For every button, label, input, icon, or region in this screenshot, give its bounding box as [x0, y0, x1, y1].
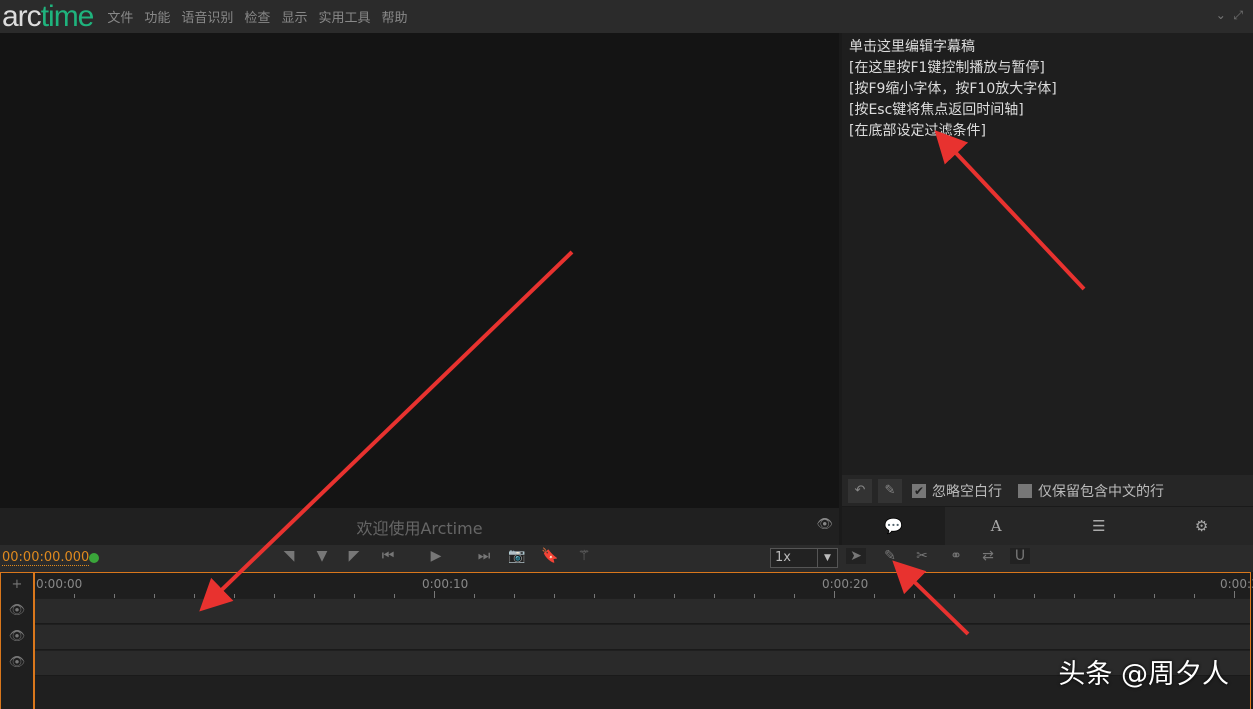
annotation-arrows — [199, 130, 1086, 636]
arrow — [934, 130, 1086, 291]
arrow — [199, 250, 574, 612]
watermark: 头条 @周夕人 — [1058, 659, 1229, 690]
arrow — [892, 560, 970, 636]
